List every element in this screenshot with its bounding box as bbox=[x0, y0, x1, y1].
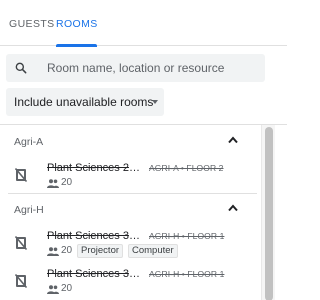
search-placeholder: Room name, location or resource bbox=[47, 61, 225, 75]
room-list: Agri-A Plant Sciences 22... AGRI-A • FLO… bbox=[0, 124, 287, 300]
room-unavailable-icon bbox=[15, 168, 27, 182]
room-search-input[interactable]: Room name, location or resource bbox=[6, 54, 265, 82]
group-header-agri-a[interactable]: Agri-A bbox=[0, 127, 260, 155]
room-item[interactable]: Plant Sciences 22... AGRI-A • FLOOR 2 20 bbox=[0, 159, 260, 195]
active-tab-indicator bbox=[56, 44, 97, 47]
tab-rooms[interactable]: ROOMS bbox=[56, 18, 98, 47]
group-name: Agri-A bbox=[14, 136, 44, 148]
caret-down-icon bbox=[152, 100, 158, 104]
room-title: Plant Sciences 22... bbox=[47, 162, 143, 174]
group-name: Agri-H bbox=[14, 204, 44, 216]
room-location: AGRI-H • FLOOR 1 bbox=[149, 231, 225, 241]
availability-filter-dropdown[interactable]: Include unavailable rooms bbox=[6, 88, 164, 116]
room-unavailable-icon bbox=[15, 236, 27, 250]
room-capacity: 20 bbox=[61, 177, 73, 188]
people-icon bbox=[47, 247, 59, 256]
tab-guests[interactable]: GUESTS bbox=[9, 18, 54, 46]
chevron-up-icon[interactable] bbox=[228, 204, 238, 212]
room-unavailable-icon bbox=[15, 274, 27, 288]
group-header-agri-h[interactable]: Agri-H bbox=[0, 195, 260, 223]
room-item[interactable]: Plant Sciences 31... AGRI-H • FLOOR 1 20… bbox=[0, 227, 260, 263]
group-divider bbox=[8, 193, 257, 194]
chevron-up-icon[interactable] bbox=[228, 136, 238, 144]
tab-bar: GUESTS ROOMS bbox=[0, 0, 287, 47]
people-icon bbox=[47, 285, 59, 294]
room-capacity: 20 bbox=[61, 283, 73, 294]
feature-chip-computer: Computer bbox=[128, 244, 178, 258]
filter-selected-value: Include unavailable rooms bbox=[14, 95, 154, 109]
room-capacity: 20 bbox=[61, 245, 73, 256]
feature-chip-projector: Projector bbox=[77, 244, 124, 258]
people-icon bbox=[47, 179, 59, 188]
search-icon bbox=[15, 62, 27, 74]
room-location: AGRI-H • FLOOR 1 bbox=[149, 269, 225, 279]
tab-rooms-label: ROOMS bbox=[56, 18, 98, 30]
room-item[interactable]: Plant Sciences 31... AGRI-H • FLOOR 1 20 bbox=[0, 265, 260, 300]
scrollbar-thumb[interactable] bbox=[265, 127, 273, 300]
room-title: Plant Sciences 31... bbox=[47, 268, 143, 280]
room-title: Plant Sciences 31... bbox=[47, 230, 143, 242]
room-location: AGRI-A • FLOOR 2 bbox=[149, 163, 224, 173]
